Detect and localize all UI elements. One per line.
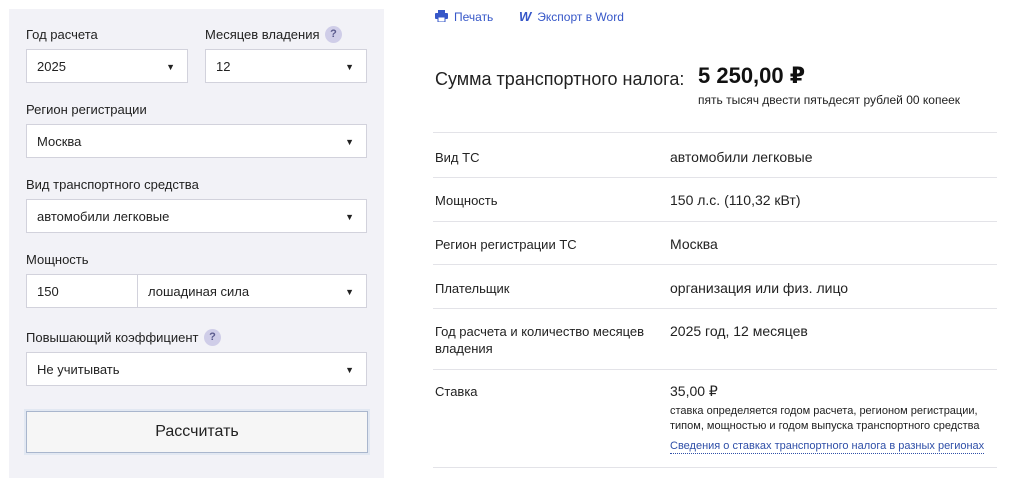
rate-info-link[interactable]: Сведения о ставках транспортного налога … <box>670 439 985 454</box>
tax-sum-value: 5 250,00 ₽ <box>698 63 806 88</box>
word-icon: W <box>519 9 532 24</box>
tax-sum-label: Сумма транспортного налога: <box>435 69 685 89</box>
year-label: Год расчета <box>26 27 98 42</box>
print-link[interactable]: Печать <box>435 9 493 25</box>
coefficient-help-icon[interactable]: ? <box>204 329 221 346</box>
coefficient-select[interactable]: Не учитывать ▼ <box>26 352 367 386</box>
region-label: Регион регистрации <box>26 102 147 117</box>
power-unit-value: лошадиная сила <box>148 284 250 299</box>
row-key-power: Мощность <box>435 193 498 208</box>
power-input[interactable]: 150 <box>26 274 138 308</box>
chevron-down-icon: ▼ <box>345 287 354 297</box>
region-value: Москва <box>37 134 82 149</box>
row-key-region: Регион регистрации ТС <box>435 237 577 252</box>
row-key-vehicle-type: Вид ТС <box>435 150 480 165</box>
power-unit-select[interactable]: лошадиная сила ▼ <box>137 274 367 308</box>
months-help-icon[interactable]: ? <box>325 26 342 43</box>
divider <box>433 221 997 222</box>
print-label: Печать <box>454 10 494 24</box>
power-value: 150 <box>37 284 59 299</box>
row-value-region: Москва <box>670 236 718 252</box>
divider <box>433 369 997 370</box>
divider <box>433 308 997 309</box>
export-word-label: Экспорт в Word <box>537 10 624 24</box>
calculate-button[interactable]: Рассчитать <box>26 411 368 453</box>
row-key-year-months: Год расчета и количество месяцев владени… <box>435 324 645 356</box>
months-label: Месяцев владения <box>205 27 320 42</box>
row-value-vehicle-type: автомобили легковые <box>670 149 813 165</box>
vehicle-type-value: автомобили легковые <box>37 209 170 224</box>
year-select[interactable]: 2025 ▼ <box>26 49 188 83</box>
divider <box>433 177 997 178</box>
chevron-down-icon: ▼ <box>345 137 354 147</box>
row-key-payer: Плательщик <box>435 281 510 296</box>
power-label: Мощность <box>26 252 89 267</box>
row-value-year-months: 2025 год, 12 месяцев <box>670 323 808 339</box>
region-select[interactable]: Москва ▼ <box>26 124 367 158</box>
printer-icon <box>435 10 448 23</box>
row-key-rate: Ставка <box>435 384 478 399</box>
chevron-down-icon: ▼ <box>166 62 175 72</box>
rate-note: ставка определяется годом расчета, регио… <box>670 405 980 432</box>
coefficient-value: Не учитывать <box>37 362 120 377</box>
divider <box>433 467 997 468</box>
row-value-rate: 35,00 ₽ <box>670 383 718 399</box>
vehicle-type-select[interactable]: автомобили легковые ▼ <box>26 199 367 233</box>
export-word-link[interactable]: W Экспорт в Word <box>519 9 624 25</box>
chevron-down-icon: ▼ <box>345 62 354 72</box>
tax-sum-in-words: пять тысяч двести пятьдесят рублей 00 ко… <box>698 93 961 107</box>
vehicle-type-label: Вид транспортного средства <box>26 177 199 192</box>
months-select[interactable]: 12 ▼ <box>205 49 367 83</box>
row-value-payer: организация или физ. лицо <box>670 280 849 296</box>
chevron-down-icon: ▼ <box>345 365 354 375</box>
divider <box>433 132 997 133</box>
year-value: 2025 <box>37 59 66 74</box>
months-value: 12 <box>216 59 231 74</box>
coefficient-label: Повышающий коэффициент <box>26 330 199 345</box>
divider <box>433 264 997 265</box>
row-value-power: 150 л.с. (110,32 кВт) <box>670 192 801 208</box>
chevron-down-icon: ▼ <box>345 212 354 222</box>
calculator-form: Год расчета 2025 ▼ Месяцев владения ? 12… <box>9 9 384 478</box>
